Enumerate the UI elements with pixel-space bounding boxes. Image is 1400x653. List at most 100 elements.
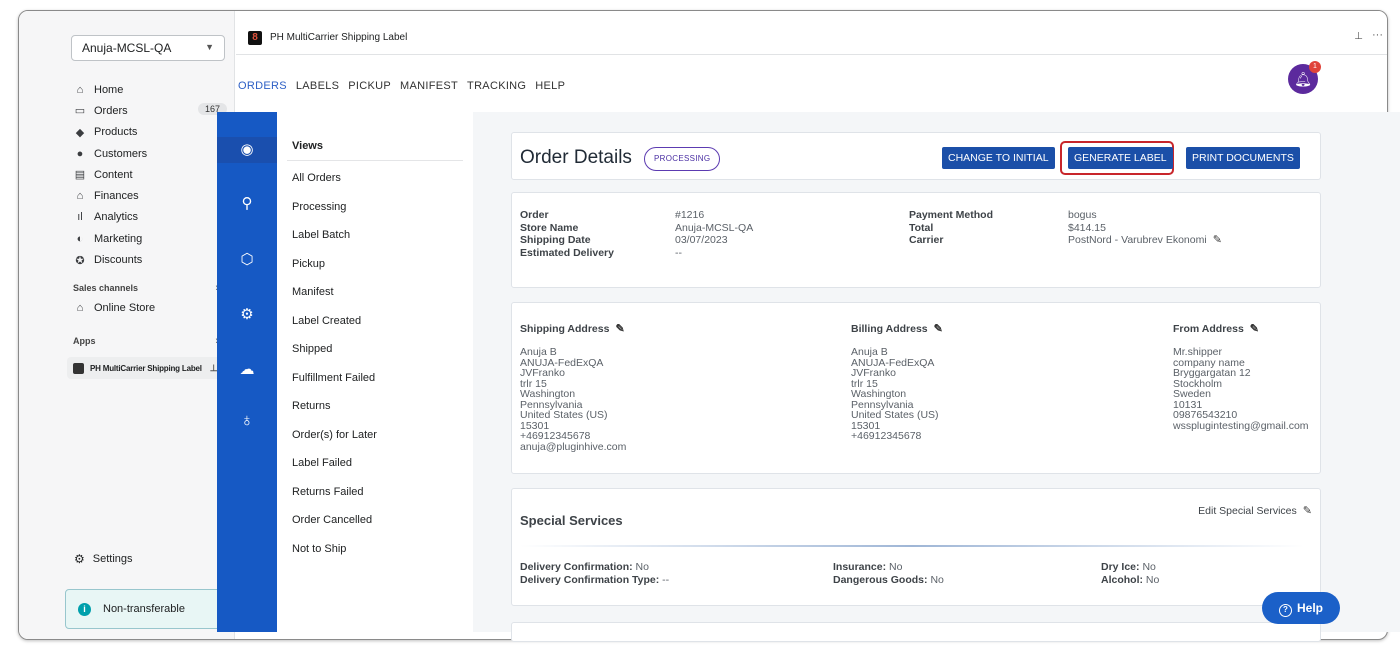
admin-nav: ⌂ Home ▭ Orders 167 ◆ Products ● Customers ▤ C… [73, 79, 229, 271]
view-orders-for-later[interactable]: Order(s) for Later [292, 429, 377, 458]
settings-gear-icon[interactable]: ⚙ [217, 305, 277, 325]
pin-icon[interactable]: ⊥ [1354, 31, 1363, 42]
help-button[interactable]: ? Help [1262, 592, 1340, 624]
special-services-title: Special Services [520, 513, 623, 528]
tab-help[interactable]: HELP [535, 80, 565, 92]
view-order-cancelled[interactable]: Order Cancelled [292, 514, 377, 543]
sidebar-item-discounts[interactable]: ✪ Discounts [73, 249, 229, 270]
shipping-address: Shipping Address ✎ Anuja B ANUJA-FedExQA … [520, 323, 627, 453]
store-name-value: Anuja-MCSL-QA [675, 221, 754, 234]
sidebar-item-label: PH MultiCarrier Shipping Label [90, 363, 202, 373]
store-icon: ⌂ [76, 301, 84, 314]
question-icon: ? [1278, 604, 1292, 617]
discount-icon: ✪ [75, 254, 85, 267]
orders-icon: ▭ [74, 105, 86, 118]
top-navigation: ORDERS LABELS PICKUP MANIFEST TRACKING H… [238, 80, 565, 92]
bank-icon: ⌂ [76, 190, 84, 203]
sidebar-item-orders[interactable]: ▭ Orders 167 [73, 100, 229, 121]
tab-orders[interactable]: ORDERS [238, 80, 287, 92]
view-processing[interactable]: Processing [292, 201, 377, 230]
payment-fields-values: bogus $414.15 PostNord - Varubrev Ekonom… [1068, 209, 1222, 247]
sidebar-item-marketing[interactable]: ◐ Marketing [73, 228, 229, 249]
edit-icon[interactable]: ✎ [1213, 234, 1222, 246]
sidebar-item-online-store[interactable]: ⌂ Online Store [73, 297, 223, 318]
edit-special-services-link[interactable]: Edit Special Services ✎ [1198, 504, 1312, 517]
order-info-card: Order Store Name Shipping Date Estimated… [511, 192, 1321, 288]
views-title: Views [292, 140, 323, 152]
sidebar-item-label: Home [94, 83, 124, 96]
home-icon: ⌂ [76, 83, 84, 96]
bar-chart-icon: ıl [77, 211, 83, 224]
edit-icon[interactable]: ✎ [1250, 323, 1259, 335]
sales-channels-heading[interactable]: Sales channels › [73, 282, 219, 294]
more-icon[interactable]: ··· [1372, 29, 1383, 41]
sidebar-item-customers[interactable]: ● Customers [73, 143, 229, 164]
chevron-down-icon: ▼ [205, 42, 214, 52]
special-services-col-3: Dry Ice: No Alcohol: No [1101, 561, 1160, 586]
tag-icon: ◆ [75, 126, 85, 139]
sidebar-item-label: Settings [92, 553, 133, 565]
view-returns[interactable]: Returns [292, 400, 377, 429]
view-label-batch[interactable]: Label Batch [292, 229, 377, 258]
notification-bell-icon[interactable]: 🔔︎ 1 [1288, 61, 1321, 94]
edit-icon[interactable]: ✎ [615, 323, 624, 335]
tab-tracking[interactable]: TRACKING [467, 80, 526, 92]
status-badge: PROCESSING [644, 147, 721, 171]
non-transferable-banner[interactable]: i Non-transferable [65, 589, 229, 629]
person-icon: ● [76, 147, 84, 160]
shipping-date-value: 03/07/2023 [675, 234, 728, 246]
view-label-failed[interactable]: Label Failed [292, 457, 377, 486]
sidebar-item-analytics[interactable]: ıl Analytics [73, 207, 229, 228]
order-fields-values: #1216 Anuja-MCSL-QA 03/07/2023 -- [675, 209, 753, 259]
tab-labels[interactable]: LABELS [296, 80, 339, 92]
gear-icon: ⚙ [74, 552, 85, 566]
box-icon[interactable]: ⬡ [217, 250, 277, 270]
estimated-delivery-value: -- [675, 246, 682, 259]
info-icon: i [78, 602, 91, 616]
view-not-to-ship[interactable]: Not to Ship [292, 543, 377, 572]
view-manifest[interactable]: Manifest [292, 286, 377, 315]
eye-icon[interactable]: ◉ [217, 137, 277, 163]
payment-fields-labels: Payment Method Total Carrier [909, 209, 994, 246]
edit-icon: ✎ [1302, 505, 1312, 517]
page-title: Order Details [520, 147, 632, 168]
next-card [511, 622, 1321, 642]
view-pickup[interactable]: Pickup [292, 258, 377, 287]
admin-sidebar: Anuja-MCSL-QA ▼ ⌂ Home ▭ Orders 167 ◆ Produc… [19, 11, 235, 639]
apps-heading[interactable]: Apps › [73, 335, 219, 347]
sidebar-item-settings[interactable]: ⚙ Settings [74, 552, 133, 566]
cloud-upload-icon[interactable]: ☁ [217, 360, 277, 380]
sidebar-item-products[interactable]: ◆ Products [73, 122, 229, 143]
view-label-created[interactable]: Label Created [292, 315, 377, 344]
sidebar-item-app[interactable]: PH MultiCarrier Shipping Label ⊥ [67, 357, 229, 379]
special-services-col-2: Insurance: No Dangerous Goods: No [833, 561, 944, 586]
view-shipped[interactable]: Shipped [292, 343, 377, 372]
tab-pickup[interactable]: PICKUP [348, 80, 391, 92]
content-icon: ▤ [74, 169, 86, 182]
view-returns-failed[interactable]: Returns Failed [292, 486, 377, 515]
sidebar-item-label: Finances [94, 190, 139, 203]
sidebar-item-finances[interactable]: ⌂ Finances [73, 185, 229, 206]
banner-text: Non-transferable [103, 603, 185, 615]
edit-icon[interactable]: ✎ [934, 323, 943, 335]
view-fulfillment-failed[interactable]: Fulfillment Failed [292, 372, 377, 401]
sidebar-item-label: Orders [94, 104, 128, 117]
order-number: #1216 [675, 209, 705, 221]
store-selector[interactable]: Anuja-MCSL-QA ▼ [71, 35, 225, 61]
sidebar-item-label: Analytics [94, 211, 139, 224]
label-icon[interactable]: ⚲ [217, 194, 277, 214]
sidebar-item-content[interactable]: ▤ Content [73, 164, 229, 185]
print-documents-button[interactable]: PRINT DOCUMENTS [1186, 147, 1300, 169]
special-services-card: Special Services Edit Special Services ✎ … [511, 488, 1321, 606]
addresses-card: Shipping Address ✎ Anuja B ANUJA-FedExQA … [511, 302, 1321, 474]
total-value: $414.15 [1068, 221, 1106, 234]
sidebar-item-home[interactable]: ⌂ Home [73, 79, 229, 100]
generate-label-button[interactable]: GENERATE LABEL [1068, 147, 1173, 169]
from-address: From Address ✎ Mr.shipper company name Br… [1173, 323, 1309, 432]
main-content: Order Details PROCESSING CHANGE TO INITI… [473, 112, 1400, 642]
tab-manifest[interactable]: MANIFEST [400, 80, 458, 92]
view-all-orders[interactable]: All Orders [292, 172, 377, 201]
user-icon[interactable]: ♁ [217, 410, 277, 430]
order-header-card: Order Details PROCESSING CHANGE TO INITI… [511, 132, 1321, 180]
change-to-initial-button[interactable]: CHANGE TO INITIAL [942, 147, 1055, 169]
